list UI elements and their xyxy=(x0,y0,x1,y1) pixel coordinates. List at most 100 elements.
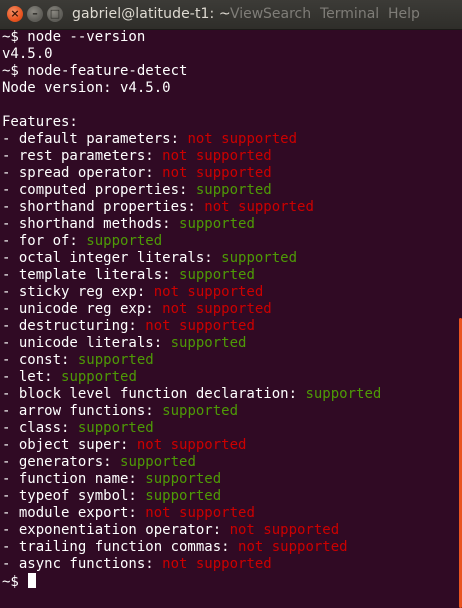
terminal-line: - rest parameters: not supported xyxy=(2,148,456,165)
terminal-line: - octal integer literals: supported xyxy=(2,250,456,267)
terminal-line: - module export: not supported xyxy=(2,505,456,522)
status-not-supported: not supported xyxy=(162,148,272,164)
terminal-line: - function name: supported xyxy=(2,471,456,488)
status-not-supported: not supported xyxy=(238,539,348,555)
line-text: ~$ node --version xyxy=(2,29,146,45)
terminal-output[interactable]: ~$ node --version v4.5.0 ~$ node-feature-d… xyxy=(2,29,456,608)
status-not-supported: not supported xyxy=(136,437,247,453)
terminal-line: - const: supported xyxy=(2,352,456,369)
terminal-line: Node version: v4.5.0 xyxy=(2,80,456,97)
terminal-line: - shorthand properties: not supported xyxy=(2,199,456,216)
line-text: - rest parameters: xyxy=(2,148,163,164)
terminal-line: - unicode literals: supported xyxy=(2,335,456,352)
title-bar: × – □ gabriel@latitude-t1: ~ View Search… xyxy=(0,0,462,30)
status-not-supported: not supported xyxy=(162,556,272,572)
line-text: Node version: v4.5.0 xyxy=(2,80,171,96)
close-window-button[interactable]: × xyxy=(7,6,23,22)
line-text: - octal integer literals: xyxy=(2,250,222,266)
status-supported: supported xyxy=(179,267,255,283)
terminal-line: ~$ node --version xyxy=(2,29,456,46)
status-supported: supported xyxy=(145,488,222,504)
terminal-line: - destructuring: not supported xyxy=(2,318,456,335)
terminal-line: - object super: not supported xyxy=(2,437,456,454)
status-not-supported: not supported xyxy=(145,505,255,521)
terminal-line: ~$ node-feature-detect xyxy=(2,63,456,80)
status-supported: supported xyxy=(195,182,272,198)
status-supported: supported xyxy=(305,386,382,402)
minimize-window-button[interactable]: – xyxy=(27,6,43,22)
status-supported: supported xyxy=(61,369,137,385)
terminal-line: - template literals: supported xyxy=(2,267,456,284)
line-text: ~$ node-feature-detect xyxy=(2,63,188,79)
menu-terminal[interactable]: Terminal xyxy=(320,6,379,22)
line-text: Features: xyxy=(2,114,78,130)
terminal-line: - async functions: not supported xyxy=(2,556,456,573)
terminal-line: - class: supported xyxy=(2,420,456,437)
line-text: - generators: xyxy=(2,454,121,470)
menu-search[interactable]: Search xyxy=(263,6,311,22)
prompt-line[interactable]: ~$ xyxy=(2,573,456,590)
status-not-supported: not supported xyxy=(187,131,298,147)
window-title: gabriel@latitude-t1: ~ xyxy=(72,6,231,22)
terminal-line: Features: xyxy=(2,114,456,131)
line-text: - sticky reg exp: xyxy=(2,284,154,300)
line-text: - const: xyxy=(2,352,78,368)
terminal-line: - trailing function commas: not supporte… xyxy=(2,539,456,556)
line-text: - async functions: xyxy=(2,556,163,572)
line-text: - shorthand methods: xyxy=(2,216,180,232)
status-not-supported: not supported xyxy=(162,301,272,317)
line-text: - shorthand properties: xyxy=(2,199,205,215)
text-cursor xyxy=(28,573,37,588)
status-supported: supported xyxy=(145,471,222,487)
terminal-line: - sticky reg exp: not supported xyxy=(2,284,456,301)
terminal-line: - block level function declaration: supp… xyxy=(2,386,456,403)
terminal-line: - unicode reg exp: not supported xyxy=(2,301,456,318)
line-text: - template literals: xyxy=(2,267,180,283)
shell-prompt: ~$ xyxy=(2,574,28,590)
line-text: - class: xyxy=(2,420,78,436)
line-text: - arrow functions: xyxy=(2,403,163,419)
line-text: - spread operator: xyxy=(2,165,163,181)
line-text: - trailing function commas: xyxy=(2,539,239,555)
terminal-window: × – □ gabriel@latitude-t1: ~ View Search… xyxy=(0,0,462,608)
status-supported: supported xyxy=(77,352,154,368)
terminal-line: - for of: supported xyxy=(2,233,456,250)
line-text: - unicode literals: xyxy=(2,335,171,351)
line-text: - let: xyxy=(2,369,62,385)
status-supported: supported xyxy=(120,454,196,470)
status-not-supported: not supported xyxy=(153,284,264,300)
status-not-supported: not supported xyxy=(204,199,314,215)
terminal-line: - arrow functions: supported xyxy=(2,403,456,420)
line-text: - computed properties: xyxy=(2,182,196,198)
status-not-supported: not supported xyxy=(145,318,255,334)
terminal-line: - generators: supported xyxy=(2,454,456,471)
menu-view[interactable]: View xyxy=(230,6,263,22)
status-not-supported: not supported xyxy=(162,165,272,181)
line-text: - block level function declaration: xyxy=(2,386,306,402)
terminal-line: - default parameters: not supported xyxy=(2,131,456,148)
terminal-line: v4.5.0 xyxy=(2,46,456,63)
status-supported: supported xyxy=(170,335,247,351)
status-supported: supported xyxy=(179,216,255,232)
menu-help[interactable]: Help xyxy=(388,6,420,22)
line-text: - typeof symbol: xyxy=(2,488,146,504)
line-text: - module export: xyxy=(2,505,146,521)
line-text: - function name: xyxy=(2,471,146,487)
terminal-line: - computed properties: supported xyxy=(2,182,456,199)
line-text: - for of: xyxy=(2,233,87,249)
terminal-line: - exponentiation operator: not supported xyxy=(2,522,456,539)
line-text: - exponentiation operator: xyxy=(2,522,230,538)
status-supported: supported xyxy=(86,233,163,249)
status-supported: supported xyxy=(221,250,298,266)
line-text: - unicode reg exp: xyxy=(2,301,163,317)
line-text: - object super: xyxy=(2,437,137,453)
status-supported: supported xyxy=(77,420,154,436)
line-text: v4.5.0 xyxy=(2,46,53,62)
terminal-line: - spread operator: not supported xyxy=(2,165,456,182)
line-text: - destructuring: xyxy=(2,318,146,334)
status-not-supported: not supported xyxy=(229,522,340,538)
maximize-window-button[interactable]: □ xyxy=(47,6,63,22)
terminal-line: - shorthand methods: supported xyxy=(2,216,456,233)
terminal-line: - typeof symbol: supported xyxy=(2,488,456,505)
